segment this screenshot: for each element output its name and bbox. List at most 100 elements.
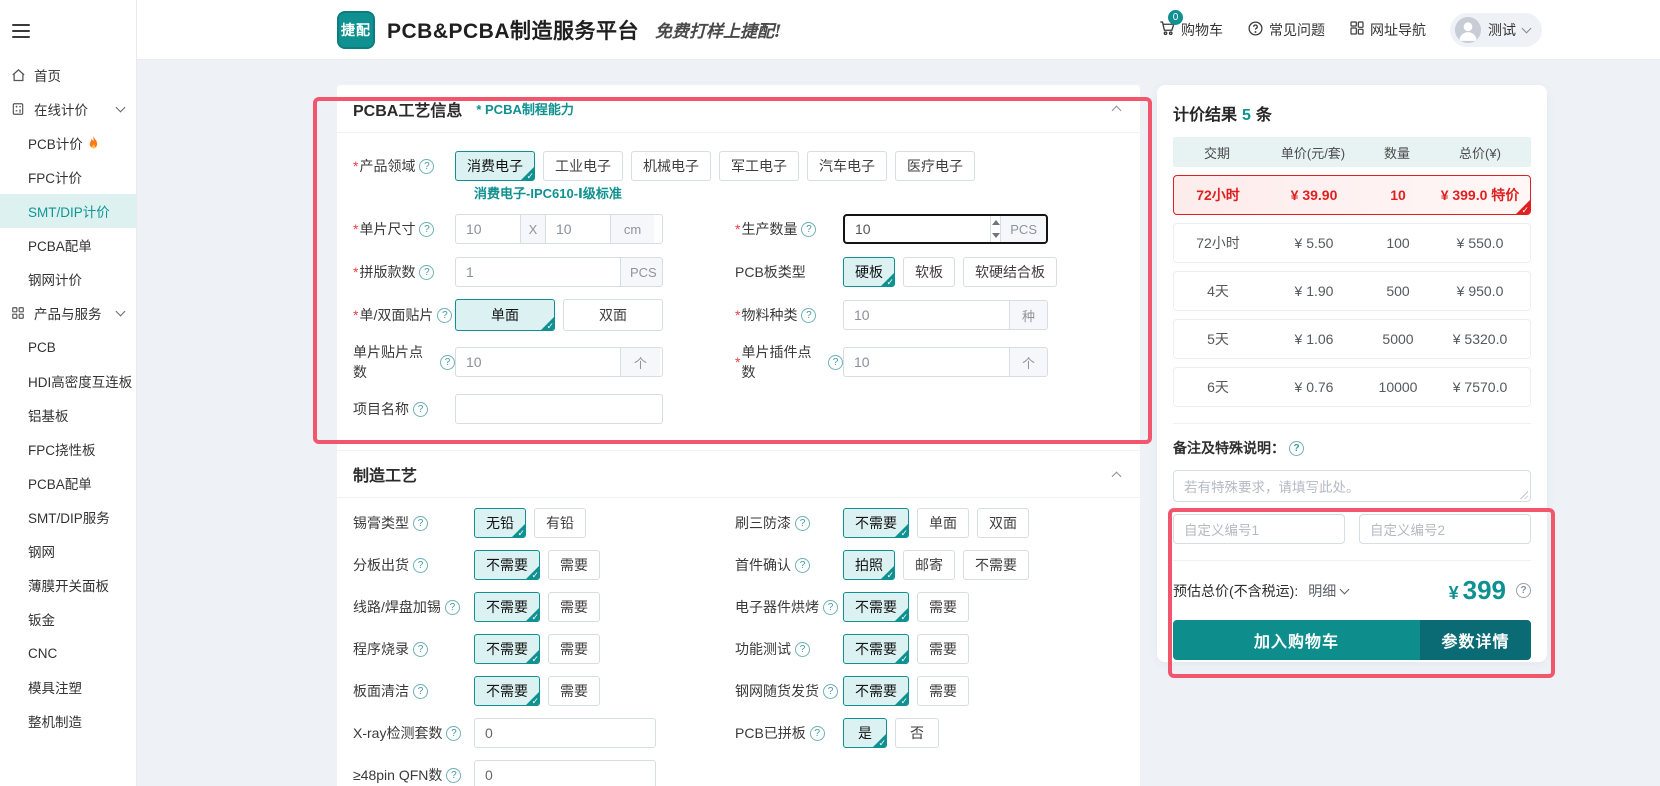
help-icon[interactable] [446, 768, 461, 783]
xray-count-input[interactable] [474, 718, 656, 748]
depanel-shipping-option[interactable]: 需要 [548, 550, 600, 580]
first-article-option[interactable]: 邮寄 [903, 550, 955, 580]
conformal-coating-option[interactable]: 双面 [977, 508, 1029, 538]
help-icon[interactable] [795, 558, 810, 573]
quote-row-selected[interactable]: 72小时 ¥ 39.90 10 ¥ 399.0 特价 [1173, 175, 1531, 215]
first-article-option[interactable]: 拍照 [843, 550, 895, 580]
brand[interactable]: 捷配 PCB&PCBA制造服务平台 免费打样上捷配! [337, 11, 781, 49]
pad-tinning-option[interactable]: 不需要 [474, 592, 540, 622]
component-baking-option[interactable]: 不需要 [843, 592, 909, 622]
remark-input[interactable]: 若有特殊要求，请填写此处。 [1173, 470, 1531, 502]
help-icon[interactable] [795, 642, 810, 657]
board-cleaning-option[interactable]: 不需要 [474, 676, 540, 706]
help-icon[interactable] [446, 726, 461, 741]
help-icon[interactable] [823, 684, 838, 699]
component-baking-option[interactable]: 需要 [917, 592, 969, 622]
stepper-down-icon[interactable] [991, 229, 1000, 242]
product-area-option[interactable]: 工业电子 [543, 151, 623, 181]
sidebar-item-whole-machine[interactable]: 整机制造 [0, 704, 136, 738]
panel-count-input[interactable] [456, 258, 620, 286]
sidebar-item-stencil[interactable]: 钢网 [0, 534, 136, 568]
detail-toggle[interactable]: 明细 [1308, 581, 1348, 601]
pcb-panelized-option[interactable]: 是 [843, 718, 887, 748]
programming-option[interactable]: 需要 [548, 634, 600, 664]
product-area-option[interactable]: 消费电子 [455, 151, 535, 181]
sidebar-item-smt-dip-service[interactable]: SMT/DIP服务 [0, 500, 136, 534]
production-qty-input[interactable] [845, 216, 990, 242]
stencil-shipment-option[interactable]: 需要 [917, 676, 969, 706]
help-icon[interactable] [413, 558, 428, 573]
site-nav-link[interactable]: 网址导航 [1349, 20, 1426, 40]
product-area-option[interactable]: 汽车电子 [807, 151, 887, 181]
sidebar-item-online-pricing[interactable]: 在线计价 [0, 92, 136, 126]
help-icon[interactable] [419, 265, 434, 280]
quote-row[interactable]: 6天¥ 0.7610000¥ 7570.0 [1173, 367, 1531, 407]
custom-id1-input[interactable]: 自定义编号1 [1173, 514, 1345, 544]
help-icon[interactable] [419, 222, 434, 237]
board-type-option[interactable]: 硬板 [843, 257, 895, 287]
help-icon[interactable] [801, 308, 816, 323]
board-type-option[interactable]: 软板 [903, 257, 955, 287]
pad-tinning-option[interactable]: 需要 [548, 592, 600, 622]
size-height-input[interactable] [546, 215, 610, 243]
conformal-coating-option[interactable]: 不需要 [843, 508, 909, 538]
help-icon[interactable] [440, 355, 455, 370]
collapse-section-icon[interactable] [1112, 471, 1122, 481]
collapse-section-icon[interactable] [1112, 106, 1122, 116]
solder-paste-option[interactable]: 有铅 [534, 508, 586, 538]
help-icon[interactable] [823, 600, 838, 615]
board-type-option[interactable]: 软硬结合板 [963, 257, 1057, 287]
qfn-count-input[interactable] [474, 760, 656, 786]
sidebar-item-smt-dip-pricing[interactable]: SMT/DIP计价 [0, 194, 136, 228]
resize-grip-icon[interactable] [1519, 490, 1528, 499]
sidebar-item-pcba-bom2[interactable]: PCBA配单 [0, 466, 136, 500]
sidebar-item-aluminum[interactable]: 铝基板 [0, 398, 136, 432]
first-article-option[interactable]: 不需要 [963, 550, 1029, 580]
qty-stepper[interactable] [990, 216, 1000, 242]
conformal-coating-option[interactable]: 单面 [917, 508, 969, 538]
sidebar-item-hdi[interactable]: HDI高密度互连板 [0, 364, 136, 398]
stencil-shipment-option[interactable]: 不需要 [843, 676, 909, 706]
sidebar-item-pcb-pricing[interactable]: PCB计价 [0, 126, 136, 160]
help-icon[interactable] [437, 308, 452, 323]
help-icon[interactable] [413, 684, 428, 699]
help-icon[interactable] [419, 159, 434, 174]
help-icon[interactable] [413, 402, 428, 417]
sidebar-item-fpc-flex[interactable]: FPC挠性板 [0, 432, 136, 466]
solder-paste-option[interactable]: 无铅 [474, 508, 526, 538]
sidebar-item-injection-mold[interactable]: 模具注塑 [0, 670, 136, 704]
custom-id2-input[interactable]: 自定义编号2 [1359, 514, 1531, 544]
product-area-option[interactable]: 机械电子 [631, 151, 711, 181]
quote-row[interactable]: 5天¥ 1.065000¥ 5320.0 [1173, 319, 1531, 359]
functional-test-option[interactable]: 需要 [917, 634, 969, 664]
material-kinds-input[interactable] [844, 301, 1009, 329]
sidebar-item-pcb[interactable]: PCB [0, 330, 136, 364]
help-icon[interactable] [445, 600, 460, 615]
help-icon[interactable] [801, 222, 816, 237]
product-area-option[interactable]: 军工电子 [719, 151, 799, 181]
pcba-capability-link[interactable]: * PCBA制程能力 [476, 99, 574, 118]
help-icon[interactable] [413, 642, 428, 657]
cart-link[interactable]: 0 购物车 [1158, 19, 1223, 40]
pcb-panelized-option[interactable]: 否 [895, 718, 939, 748]
sidebar-item-home[interactable]: 首页 [0, 58, 136, 92]
product-area-option[interactable]: 医疗电子 [895, 151, 975, 181]
help-icon[interactable] [1289, 441, 1304, 456]
smd-points-input[interactable] [456, 348, 620, 376]
help-icon[interactable] [828, 355, 843, 370]
sidebar-item-fpc-pricing[interactable]: FPC计价 [0, 160, 136, 194]
quote-row[interactable]: 4天¥ 1.90500¥ 950.0 [1173, 271, 1531, 311]
sidebar-item-membrane-panel[interactable]: 薄膜开关面板 [0, 568, 136, 602]
functional-test-option[interactable]: 不需要 [843, 634, 909, 664]
sidebar-item-cnc[interactable]: CNC [0, 636, 136, 670]
dip-points-input[interactable] [844, 348, 1009, 376]
sidebar-item-stencil-pricing[interactable]: 钢网计价 [0, 262, 136, 296]
help-icon[interactable] [810, 726, 825, 741]
smt-sides-option[interactable]: 单面 [455, 299, 555, 331]
user-menu[interactable]: 测试 [1450, 13, 1542, 47]
board-cleaning-option[interactable]: 需要 [548, 676, 600, 706]
quote-row[interactable]: 72小时¥ 5.50100¥ 550.0 [1173, 223, 1531, 263]
sidebar-item-products-services[interactable]: 产品与服务 [0, 296, 136, 330]
help-icon[interactable] [413, 516, 428, 531]
add-to-cart-button[interactable]: 加入购物车 [1173, 620, 1420, 660]
